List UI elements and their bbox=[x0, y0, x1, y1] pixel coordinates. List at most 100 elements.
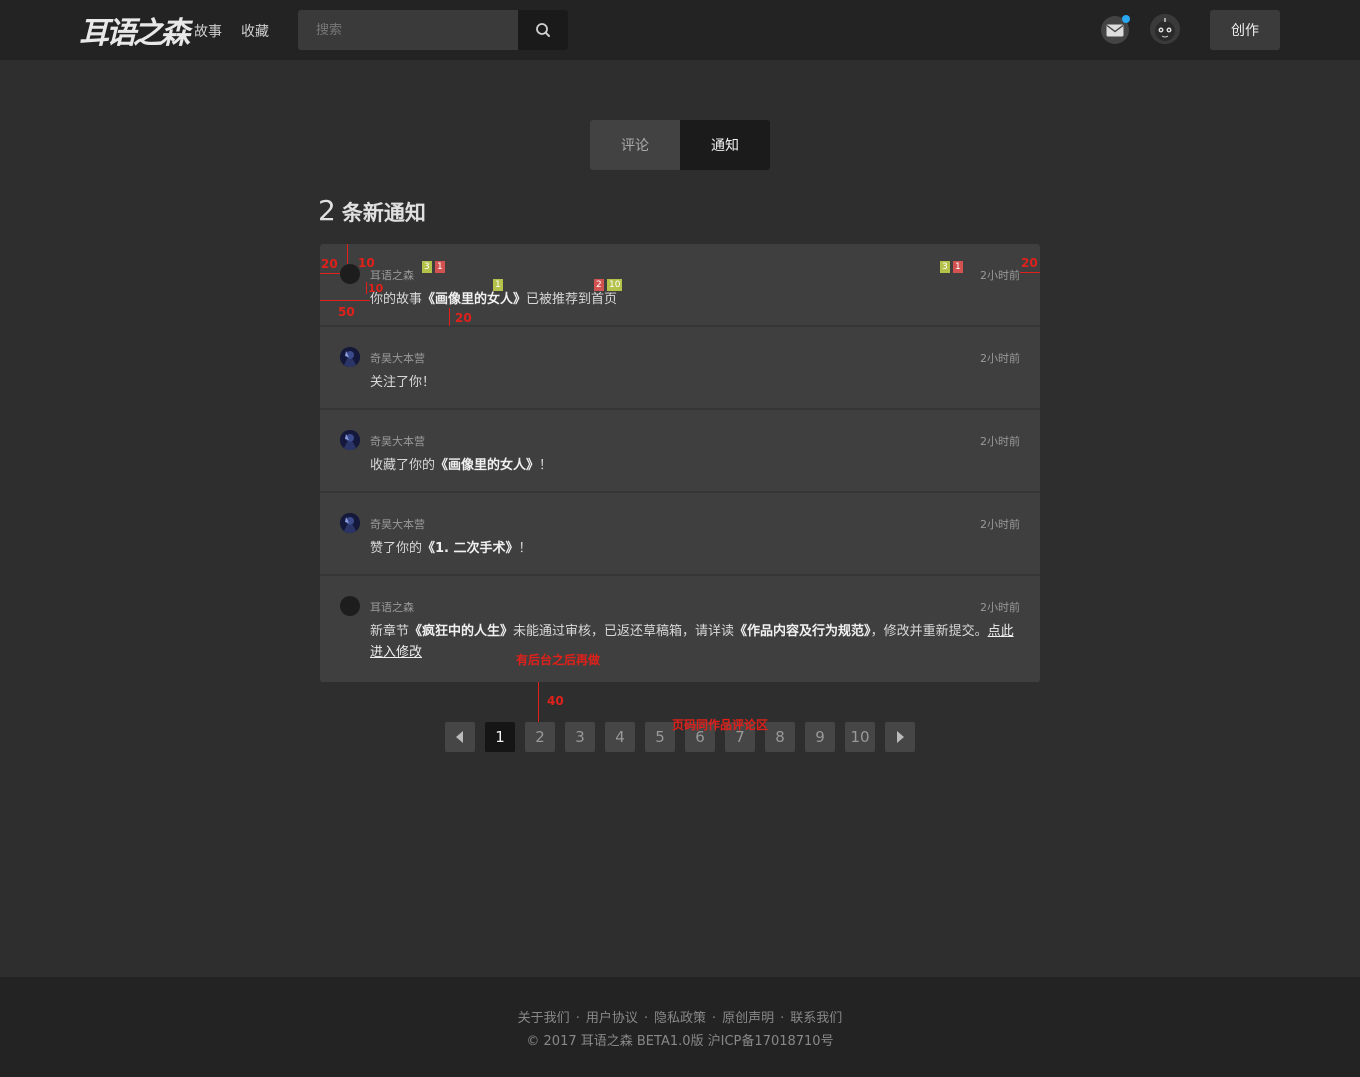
notification-user[interactable]: 奇昊大本营 bbox=[370, 516, 425, 532]
search-icon bbox=[536, 23, 550, 37]
notification-message: 你的故事《画像里的女人》已被推荐到首页 bbox=[370, 289, 1015, 310]
page-button-10[interactable]: 10 bbox=[845, 722, 875, 752]
annotation-badge: 3 bbox=[940, 261, 950, 273]
annotation-line bbox=[320, 300, 370, 301]
annotation-line bbox=[366, 282, 367, 294]
footer-separator: · bbox=[643, 1011, 648, 1026]
list-item: 奇昊大本营 2小时前 收藏了你的《画像里的女人》！ bbox=[320, 410, 1040, 493]
footer-link-terms[interactable]: 用户协议 bbox=[586, 1011, 638, 1026]
copyright: © 2017 耳语之森 BETA1.0版 沪ICP备17018710号 bbox=[526, 1034, 834, 1049]
annotation-line bbox=[449, 308, 450, 326]
notification-user[interactable]: 耳语之森 bbox=[370, 599, 414, 615]
site-logo[interactable]: 耳语之森 bbox=[79, 8, 190, 52]
nav-stories[interactable]: 故事 bbox=[194, 21, 222, 41]
notification-count: 2 bbox=[318, 194, 336, 227]
notification-message: 赞了你的《1. 二次手术》！ bbox=[370, 538, 1015, 559]
message-text: ，修改并重新提交。 bbox=[870, 624, 988, 639]
notification-user[interactable]: 耳语之森 bbox=[370, 267, 414, 283]
page-button-1[interactable]: 1 bbox=[485, 722, 515, 752]
page-button-5[interactable]: 5 bbox=[645, 722, 675, 752]
footer-link-privacy[interactable]: 隐私政策 bbox=[654, 1011, 706, 1026]
chapter-title-link[interactable]: 《1. 二次手术》 bbox=[422, 541, 519, 556]
annotation-line bbox=[347, 244, 348, 264]
notification-time: 2小时前 bbox=[980, 601, 1020, 614]
annotation-label: 40 bbox=[547, 694, 564, 708]
footer-separator: · bbox=[712, 1011, 717, 1026]
message-text: ！ bbox=[539, 458, 553, 473]
footer-separator: · bbox=[780, 1011, 785, 1026]
page-button-8[interactable]: 8 bbox=[765, 722, 795, 752]
page-button-3[interactable]: 3 bbox=[565, 722, 595, 752]
notification-user[interactable]: 奇昊大本营 bbox=[370, 350, 425, 366]
prev-page-button[interactable] bbox=[445, 722, 475, 752]
triangle-right-icon bbox=[897, 731, 904, 743]
annotation-label: 20 bbox=[321, 257, 338, 271]
inbox-tabs: 评论 通知 bbox=[590, 120, 770, 170]
avatar-face-icon bbox=[1150, 14, 1180, 44]
notification-time: 2小时前 bbox=[980, 352, 1020, 365]
list-item: 奇昊大本营 2小时前 赞了你的《1. 二次手术》！ bbox=[320, 493, 1040, 576]
footer-link-originality[interactable]: 原创声明 bbox=[722, 1011, 774, 1026]
notification-time: 2小时前 bbox=[980, 518, 1020, 531]
list-item: 奇昊大本营 2小时前 关注了你！ bbox=[320, 327, 1040, 410]
mail-icon bbox=[1106, 24, 1124, 36]
next-page-button[interactable] bbox=[885, 722, 915, 752]
unread-indicator bbox=[1122, 15, 1130, 23]
tab-comments[interactable]: 评论 bbox=[590, 120, 680, 170]
avatar[interactable] bbox=[340, 264, 360, 284]
annotation-badge: 2 bbox=[594, 279, 604, 291]
avatar-photo-icon bbox=[340, 513, 360, 533]
story-title-link[interactable]: 《画像里的女人》 bbox=[422, 292, 526, 307]
annotation-label: 50 bbox=[338, 305, 355, 319]
footer-links: 关于我们 · 用户协议 · 隐私政策 · 原创声明 · 联系我们 bbox=[0, 1007, 1360, 1026]
page-button-9[interactable]: 9 bbox=[805, 722, 835, 752]
tab-notifications[interactable]: 通知 bbox=[680, 120, 770, 170]
footer-link-about[interactable]: 关于我们 bbox=[518, 1011, 570, 1026]
message-text: 赞了你的 bbox=[370, 541, 423, 556]
create-button[interactable]: 创作 bbox=[1210, 10, 1280, 50]
story-title-link[interactable]: 《画像里的女人》 bbox=[435, 458, 539, 473]
annotation-badge: 1 bbox=[953, 261, 963, 273]
avatar-photo-icon bbox=[340, 430, 360, 450]
annotation-label: 20 bbox=[1021, 256, 1038, 270]
annotation-line bbox=[320, 273, 340, 274]
annotation-badge: 1 bbox=[493, 279, 503, 291]
annotation-label: 20 bbox=[455, 311, 472, 325]
avatar[interactable] bbox=[340, 347, 360, 367]
list-item: 耳语之森 2小时前 新章节《疯狂中的人生》未能通过审核，已返还草稿箱，请详读《作… bbox=[320, 576, 1040, 682]
footer-link-contact[interactable]: 联系我们 bbox=[790, 1011, 842, 1026]
message-text: 未能通过审核，已返还草稿箱，请详读 bbox=[513, 624, 735, 639]
footer-separator: · bbox=[575, 1011, 580, 1026]
avatar[interactable] bbox=[340, 430, 360, 450]
annotation-badge: 10 bbox=[607, 279, 623, 291]
message-text: ！ bbox=[518, 541, 532, 556]
search-input[interactable] bbox=[298, 10, 518, 50]
page-button-4[interactable]: 4 bbox=[605, 722, 635, 752]
notification-user[interactable]: 奇昊大本营 bbox=[370, 433, 425, 449]
annotation-badge: 3 bbox=[422, 261, 432, 273]
annotation-note: 页码同作品评论区 bbox=[672, 718, 769, 732]
page-button-2[interactable]: 2 bbox=[525, 722, 555, 752]
notification-message: 新章节《疯狂中的人生》未能通过审核，已返还草稿箱，请详读《作品内容及行为规范》，… bbox=[370, 621, 1015, 663]
avatar-photo-icon bbox=[340, 347, 360, 367]
avatar[interactable] bbox=[340, 596, 360, 616]
annotation-label: 10 bbox=[358, 256, 375, 270]
notification-time: 2小时前 bbox=[980, 435, 1020, 448]
top-bar: 耳语之森 故事 收藏 创作 bbox=[0, 0, 1360, 60]
message-text: 关注了你！ bbox=[370, 375, 436, 390]
list-item: 耳语之森 2小时前 你的故事《画像里的女人》已被推荐到首页 bbox=[320, 244, 1040, 327]
search-button[interactable] bbox=[518, 10, 568, 50]
annotation-line bbox=[538, 682, 539, 722]
notification-message: 收藏了你的《画像里的女人》！ bbox=[370, 455, 1015, 476]
avatar[interactable] bbox=[340, 513, 360, 533]
page-title: 2 条新通知 bbox=[318, 194, 426, 227]
user-avatar[interactable] bbox=[1150, 14, 1180, 44]
notification-list: 耳语之森 2小时前 你的故事《画像里的女人》已被推荐到首页 奇昊大本营 2小时前… bbox=[320, 244, 1040, 682]
annotation-note: 有后台之后再做 bbox=[516, 653, 601, 667]
footer: 关于我们 · 用户协议 · 隐私政策 · 原创声明 · 联系我们 © 2017 耳语之森 BET… bbox=[0, 977, 1360, 1077]
message-text: 收藏了你的 bbox=[370, 458, 436, 473]
message-text: 已被推荐到首页 bbox=[526, 292, 618, 307]
guidelines-link[interactable]: 《作品内容及行为规范》 bbox=[734, 624, 871, 639]
nav-favorites[interactable]: 收藏 bbox=[241, 21, 269, 41]
chapter-title-link[interactable]: 《疯狂中的人生》 bbox=[409, 624, 513, 639]
